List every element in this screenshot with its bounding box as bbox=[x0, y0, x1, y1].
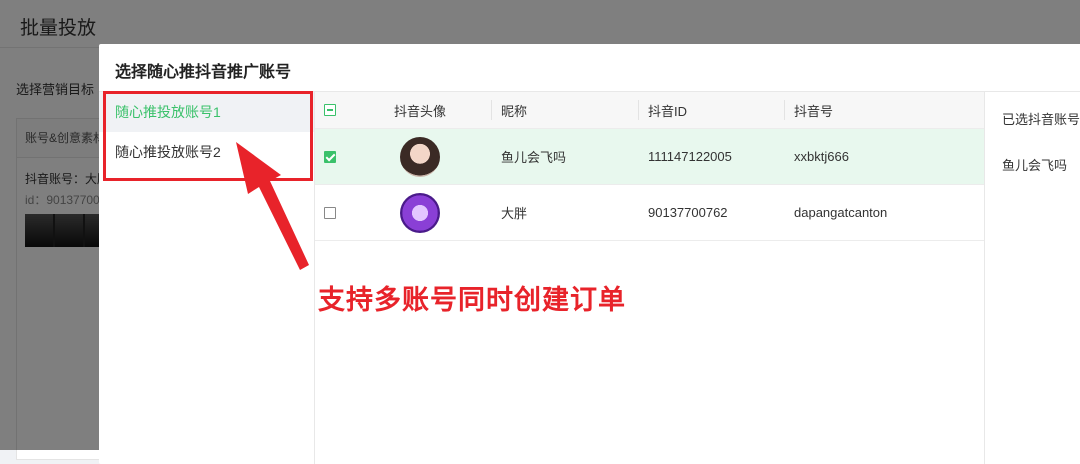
table-header: 抖音头像 昵称 抖音ID 抖音号 bbox=[315, 92, 984, 129]
header-douyin-no: 抖音号 bbox=[794, 103, 834, 119]
header-avatar: 抖音头像 bbox=[393, 103, 446, 119]
selected-accounts-panel: 已选抖音账号 鱼儿会飞吗 bbox=[984, 92, 1080, 464]
selected-account-item[interactable]: 鱼儿会飞吗 bbox=[1002, 155, 1067, 174]
row-douyin-id: 111147122005 bbox=[648, 149, 732, 164]
row-douyin-no: xxbktj666 bbox=[794, 149, 849, 164]
header-douyin-id: 抖音ID bbox=[648, 103, 688, 119]
table-row[interactable]: 鱼儿会飞吗 111147122005 xxbktj666 bbox=[315, 129, 984, 185]
row-nickname: 大胖 bbox=[501, 206, 528, 221]
row-douyin-no: dapangatcanton bbox=[794, 205, 888, 220]
avatar bbox=[400, 192, 440, 233]
avatar bbox=[400, 136, 440, 177]
annotation-text: 支持多账号同时创建订单 bbox=[318, 285, 626, 315]
modal-title: 选择随心推抖音推广账号 bbox=[115, 64, 292, 81]
row-checkbox[interactable] bbox=[324, 150, 336, 163]
selected-panel-title: 已选抖音账号 bbox=[1002, 112, 1080, 127]
highlight-box bbox=[103, 91, 313, 181]
table-row[interactable]: 大胖 90137700762 dapangatcanton bbox=[315, 185, 984, 241]
row-nickname: 鱼儿会飞吗 bbox=[501, 150, 567, 165]
select-all-checkbox[interactable] bbox=[324, 104, 336, 116]
header-nickname: 昵称 bbox=[501, 103, 528, 119]
row-checkbox[interactable] bbox=[324, 206, 336, 219]
row-douyin-id: 90137700762 bbox=[648, 205, 728, 220]
